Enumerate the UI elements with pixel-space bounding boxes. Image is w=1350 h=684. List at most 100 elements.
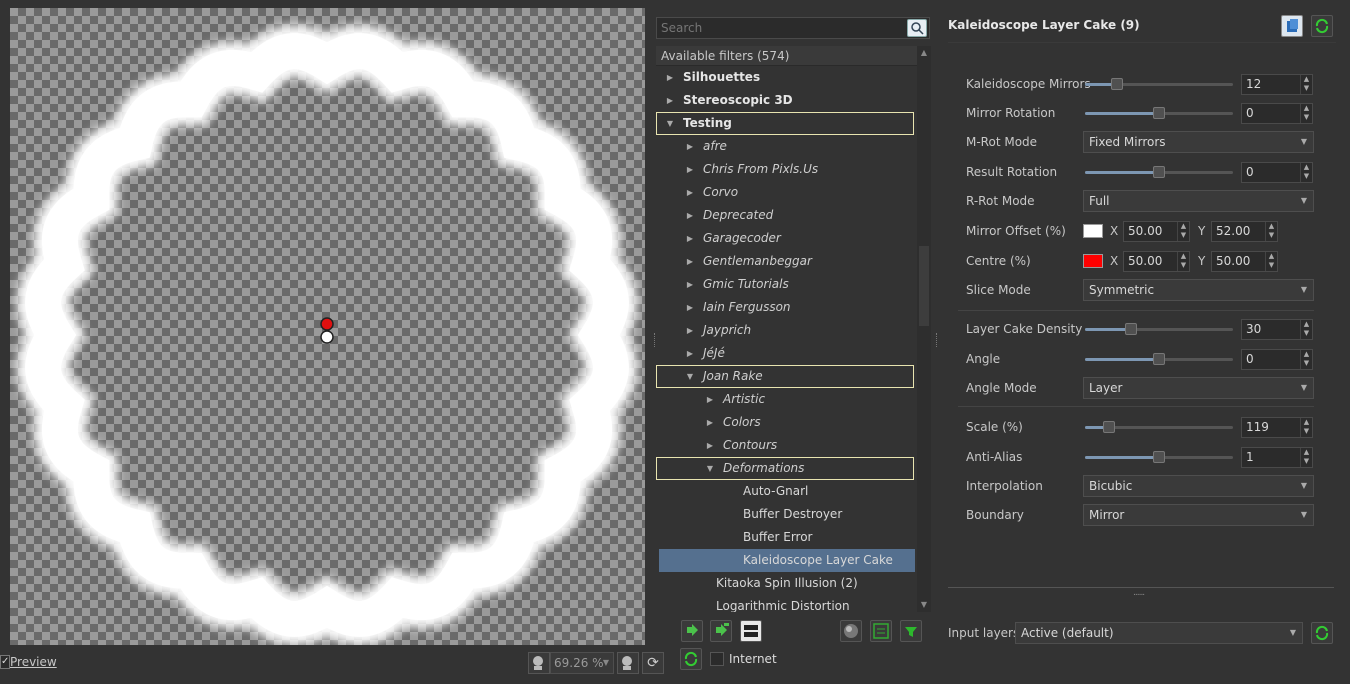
expanded-arrow-icon[interactable]: ▼ [705, 457, 715, 480]
scroll-thumb[interactable] [919, 246, 929, 326]
centre-y-spinbox[interactable]: 50.00 ▲ ▼ [1211, 251, 1278, 272]
slider-handle[interactable] [1153, 353, 1165, 365]
tree-item[interactable]: ▶ Colors [656, 411, 918, 434]
update-filters-button[interactable] [680, 648, 702, 670]
spin-arrows-icon[interactable]: ▲ ▼ [1177, 252, 1189, 271]
add-favorite-button[interactable] [681, 620, 703, 642]
tree-item[interactable]: Auto-Gnarl [656, 480, 918, 503]
tree-item[interactable]: Kitaoka Spin Illusion (2) [656, 572, 918, 595]
tree-item[interactable]: ▼ Joan Rake [656, 365, 914, 388]
preview-canvas[interactable] [10, 8, 645, 645]
collapsed-arrow-icon[interactable]: ▶ [685, 342, 695, 365]
tree-item[interactable]: ▼ Deformations [656, 457, 914, 480]
slider-handle[interactable] [1153, 451, 1165, 463]
input-layers-combo[interactable]: Active (default) ▼ [1015, 622, 1303, 644]
mirror-rotation-slider[interactable] [1085, 107, 1233, 119]
collapsed-arrow-icon[interactable]: ▶ [685, 227, 695, 250]
mirrors-slider[interactable] [1085, 78, 1233, 90]
slider-handle[interactable] [1153, 166, 1165, 178]
mirror-offset-x-spinbox[interactable]: 50.00 ▲ ▼ [1123, 221, 1190, 242]
spin-arrows-icon[interactable]: ▲ ▼ [1265, 252, 1277, 271]
mrot-mode-combo[interactable]: Fixed Mirrors ▼ [1083, 131, 1314, 153]
expand-collapse-button[interactable] [870, 620, 892, 642]
spin-arrows-icon[interactable]: ▲ ▼ [1300, 75, 1312, 94]
collapsed-arrow-icon[interactable]: ▶ [685, 273, 695, 296]
collapsed-arrow-icon[interactable]: ▶ [665, 89, 675, 112]
mirrors-spinbox[interactable]: 12 ▲ ▼ [1241, 74, 1313, 95]
collapsed-arrow-icon[interactable]: ▶ [665, 66, 675, 89]
splitter-left[interactable] [654, 333, 657, 347]
angle-mode-combo[interactable]: Layer ▼ [1083, 377, 1314, 399]
collapsed-arrow-icon[interactable]: ▶ [685, 319, 695, 342]
mirror-offset-handle[interactable] [320, 330, 334, 344]
boundary-combo[interactable]: Mirror ▼ [1083, 504, 1314, 526]
search-icon[interactable] [907, 19, 927, 37]
angle-spinbox[interactable]: 0 ▲ ▼ [1241, 349, 1313, 370]
collapsed-arrow-icon[interactable]: ▶ [705, 388, 715, 411]
rename-favorite-button[interactable] [740, 620, 762, 642]
copy-to-clipboard-button[interactable] [1281, 15, 1303, 37]
tree-item[interactable]: ▶ Garagecoder [656, 227, 918, 250]
density-slider[interactable] [1085, 323, 1233, 335]
zoom-in-button[interactable] [617, 652, 639, 674]
tree-item[interactable]: ▶ Contours [656, 434, 918, 457]
tree-item[interactable]: ▼ Testing [656, 112, 914, 135]
tree-item[interactable]: ▶ Artistic [656, 388, 918, 411]
splitter-grip[interactable]: ...... [1133, 588, 1145, 598]
slider-handle[interactable] [1111, 78, 1123, 90]
mirror-rotation-spinbox[interactable]: 0 ▲ ▼ [1241, 103, 1313, 124]
search-box[interactable] [656, 17, 930, 39]
slice-mode-combo[interactable]: Symmetric ▼ [1083, 279, 1314, 301]
tree-item[interactable]: ▶ Iain Fergusson [656, 296, 918, 319]
collapsed-arrow-icon[interactable]: ▶ [685, 296, 695, 319]
refresh-layers-button[interactable] [1311, 622, 1333, 644]
refresh-preview-button[interactable]: ⟳ [642, 652, 664, 674]
preview-checkbox[interactable]: ✓ [0, 655, 10, 669]
centre-color-swatch[interactable] [1083, 254, 1103, 268]
zoom-combo[interactable]: 69.26 % ▼ [550, 652, 614, 674]
expanded-arrow-icon[interactable]: ▼ [685, 365, 695, 388]
antialias-slider[interactable] [1085, 451, 1233, 463]
collapsed-arrow-icon[interactable]: ▶ [685, 181, 695, 204]
slider-handle[interactable] [1125, 323, 1137, 335]
spin-arrows-icon[interactable]: ▲ ▼ [1300, 418, 1312, 437]
filter-tree-button[interactable] [900, 620, 922, 642]
collapsed-arrow-icon[interactable]: ▶ [705, 434, 715, 457]
collapsed-arrow-icon[interactable]: ▶ [685, 204, 695, 227]
filter-tree[interactable]: ▶ Silhouettes ▶ Stereoscopic 3D ▼ Testing ▶ afr… [656, 66, 918, 612]
zoom-out-button[interactable] [528, 652, 550, 674]
mirror-offset-color-swatch[interactable] [1083, 224, 1103, 238]
tree-item[interactable]: ▶ Corvo [656, 181, 918, 204]
interpolation-combo[interactable]: Bicubic ▼ [1083, 475, 1314, 497]
tree-scrollbar[interactable]: ▲ ▼ [917, 46, 931, 612]
tree-item[interactable]: ▶ JéJé [656, 342, 918, 365]
tree-item[interactable]: Kaleidoscope Layer Cake [659, 549, 915, 572]
spin-arrows-icon[interactable]: ▲ ▼ [1300, 448, 1312, 467]
reset-params-button[interactable] [1311, 15, 1333, 37]
tree-item[interactable]: ▶ Stereoscopic 3D [656, 89, 918, 112]
slider-handle[interactable] [1102, 421, 1115, 433]
density-spinbox[interactable]: 30 ▲ ▼ [1241, 319, 1313, 340]
scroll-down-icon[interactable]: ▼ [917, 598, 931, 612]
antialias-spinbox[interactable]: 1 ▲ ▼ [1241, 447, 1313, 468]
collapsed-arrow-icon[interactable]: ▶ [685, 158, 695, 181]
spin-arrows-icon[interactable]: ▲ ▼ [1300, 350, 1312, 369]
remove-favorite-button[interactable] [710, 620, 732, 642]
mirror-offset-y-spinbox[interactable]: 52.00 ▲ ▼ [1211, 221, 1278, 242]
tree-item[interactable]: ▶ Jayprich [656, 319, 918, 342]
centre-x-spinbox[interactable]: 50.00 ▲ ▼ [1123, 251, 1190, 272]
internet-checkbox[interactable] [710, 652, 724, 666]
tree-item[interactable]: Buffer Destroyer [656, 503, 918, 526]
expanded-arrow-icon[interactable]: ▼ [665, 112, 675, 135]
result-rotation-slider[interactable] [1085, 166, 1233, 178]
spin-arrows-icon[interactable]: ▲ ▼ [1177, 222, 1189, 241]
search-input[interactable] [657, 18, 897, 38]
centre-handle[interactable] [320, 317, 334, 331]
scale-slider[interactable] [1085, 421, 1233, 433]
rrot-mode-combo[interactable]: Full ▼ [1083, 190, 1314, 212]
slider-handle[interactable] [1153, 107, 1165, 119]
tree-item[interactable]: ▶ Deprecated [656, 204, 918, 227]
angle-slider[interactable] [1085, 353, 1233, 365]
tree-item[interactable]: ▶ Silhouettes [656, 66, 918, 89]
collapsed-arrow-icon[interactable]: ▶ [685, 250, 695, 273]
